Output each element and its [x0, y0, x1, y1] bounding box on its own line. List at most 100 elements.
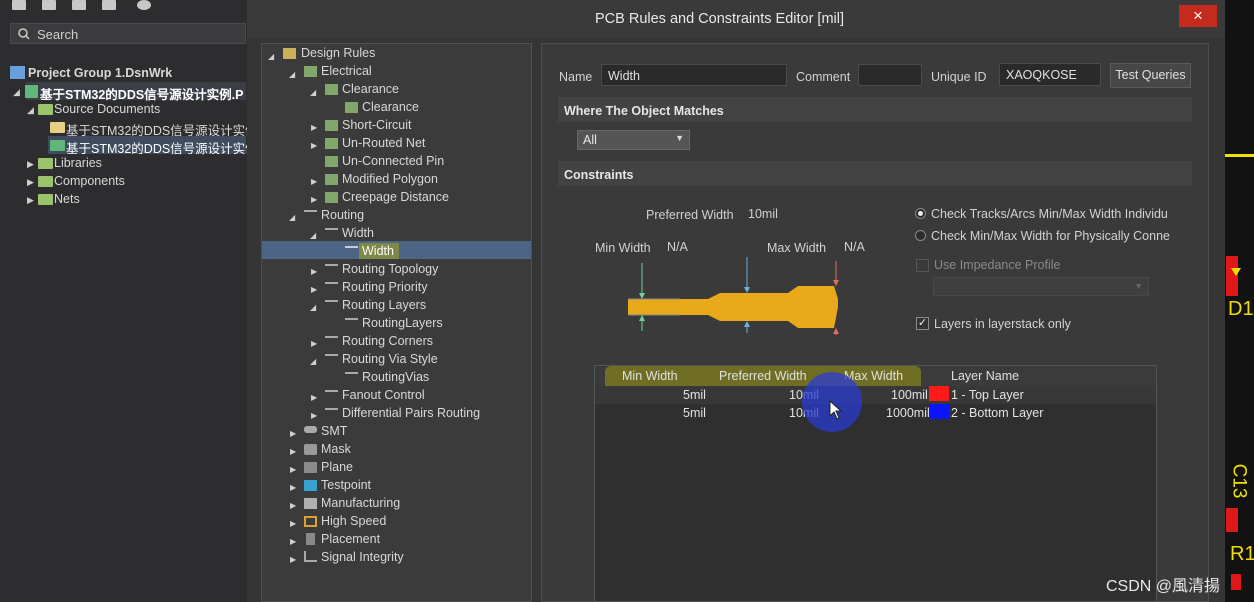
expand-arrow-icon[interactable]: ◢: [310, 303, 316, 312]
project-group-item[interactable]: Project Group 1.DsnWrk: [28, 66, 172, 80]
tree-item-routing-via-style[interactable]: Routing Via Style: [342, 352, 438, 366]
tree-item-placement[interactable]: Placement: [321, 532, 380, 546]
expand-arrow-icon[interactable]: ◢: [310, 88, 316, 97]
tree-item-electrical[interactable]: Electrical: [321, 64, 372, 78]
preferred-width-label: Preferred Width: [646, 208, 734, 222]
collapsed-arrow-icon[interactable]: ▶: [311, 141, 317, 150]
collapsed-arrow-icon[interactable]: ▶: [311, 195, 317, 204]
tree-item-unrouted-net[interactable]: Un-Routed Net: [342, 136, 425, 150]
collapsed-arrow-icon[interactable]: ▶: [27, 195, 34, 206]
expand-arrow-icon[interactable]: ◢: [310, 231, 316, 240]
tree-item-clearance[interactable]: Clearance: [342, 82, 399, 96]
tree-item-high-speed[interactable]: High Speed: [321, 514, 386, 528]
electrical-icon: [304, 66, 317, 77]
expand-arrow-icon[interactable]: ◢: [268, 52, 274, 61]
collapsed-arrow-icon[interactable]: ▶: [290, 519, 296, 528]
tree-item-routing-corners[interactable]: Routing Corners: [342, 334, 433, 348]
row2-max-width[interactable]: 1000mil: [886, 406, 930, 420]
gear-icon[interactable]: [137, 0, 151, 10]
min-width-value[interactable]: N/A: [667, 240, 688, 254]
tree-item-mask[interactable]: Mask: [321, 442, 351, 456]
collapsed-arrow-icon[interactable]: ▶: [311, 393, 317, 402]
collapsed-arrow-icon[interactable]: ▶: [290, 501, 296, 510]
check-physically-connected-radio[interactable]: [915, 230, 926, 241]
collapsed-arrow-icon[interactable]: ▶: [311, 411, 317, 420]
collapsed-arrow-icon[interactable]: ▶: [290, 537, 296, 546]
comment-field[interactable]: [858, 64, 922, 86]
collapsed-arrow-icon[interactable]: ▶: [311, 267, 317, 276]
tree-item-plane[interactable]: Plane: [321, 460, 353, 474]
tree-item-routing-layers[interactable]: Routing Layers: [342, 298, 426, 312]
tree-item-width-rule[interactable]: Width: [362, 244, 394, 258]
tree-item-routing-topology[interactable]: Routing Topology: [342, 262, 438, 276]
modified-polygon-icon: [325, 174, 338, 185]
collapsed-arrow-icon[interactable]: ▶: [311, 339, 317, 348]
expand-arrow-icon[interactable]: ◢: [310, 357, 316, 366]
col-layer-name[interactable]: Layer Name: [951, 369, 1019, 383]
collapsed-arrow-icon[interactable]: ▶: [290, 429, 296, 438]
tree-item-routing[interactable]: Routing: [321, 208, 364, 222]
tree-item-routing-priority[interactable]: Routing Priority: [342, 280, 427, 294]
use-impedance-label: Use Impedance Profile: [934, 258, 1061, 272]
collapsed-arrow-icon[interactable]: ▶: [290, 465, 296, 474]
test-queries-button[interactable]: Test Queries: [1110, 63, 1191, 88]
expand-arrow-icon[interactable]: ◢: [13, 87, 20, 98]
save-all-icon[interactable]: [42, 0, 56, 10]
use-impedance-checkbox[interactable]: [916, 259, 929, 272]
pcb-canvas-edge[interactable]: D1 C13 R1: [1225, 0, 1254, 602]
tree-item-routinglayers-rule[interactable]: RoutingLayers: [362, 316, 443, 330]
row1-min-width[interactable]: 5mil: [683, 388, 706, 402]
collapsed-arrow-icon[interactable]: ▶: [290, 447, 296, 456]
tree-item-short-circuit[interactable]: Short-Circuit: [342, 118, 411, 132]
open-project-icon[interactable]: [72, 0, 86, 10]
expand-arrow-icon[interactable]: ◢: [289, 213, 295, 222]
collapsed-arrow-icon[interactable]: ▶: [290, 483, 296, 492]
tree-item-manufacturing[interactable]: Manufacturing: [321, 496, 400, 510]
collapsed-arrow-icon[interactable]: ▶: [311, 123, 317, 132]
collapsed-arrow-icon[interactable]: ▶: [290, 555, 296, 564]
project-options-icon[interactable]: [102, 0, 116, 10]
search-input[interactable]: Search: [10, 23, 246, 44]
tree-item-smt[interactable]: SMT: [321, 424, 347, 438]
unique-id-field[interactable]: XAOQKOSE: [999, 63, 1101, 86]
tree-item-clearance-rule[interactable]: Clearance: [362, 100, 419, 114]
nets-item[interactable]: Nets: [54, 192, 80, 206]
check-individual-radio[interactable]: [915, 208, 926, 219]
tree-item-fanout-control[interactable]: Fanout Control: [342, 388, 425, 402]
tree-item-unconnected-pin[interactable]: Un-Connected Pin: [342, 154, 444, 168]
collapsed-arrow-icon[interactable]: ▶: [311, 177, 317, 186]
match-scope-dropdown[interactable]: All ▼: [577, 130, 690, 150]
expand-arrow-icon[interactable]: ◢: [289, 70, 295, 79]
pcb-doc-item[interactable]: 基于STM32的DDS信号源设计实例: [66, 138, 258, 157]
col-preferred-width[interactable]: Preferred Width: [719, 369, 807, 383]
libraries-item[interactable]: Libraries: [54, 156, 102, 170]
collapsed-arrow-icon[interactable]: ▶: [27, 159, 34, 170]
tree-item-design-rules[interactable]: Design Rules: [301, 46, 375, 60]
row1-max-width[interactable]: 100mil: [891, 388, 928, 402]
tree-item-testpoint[interactable]: Testpoint: [321, 478, 371, 492]
row2-min-width[interactable]: 5mil: [683, 406, 706, 420]
close-button[interactable]: ×: [1179, 5, 1217, 27]
expand-arrow-icon[interactable]: ◢: [27, 105, 34, 116]
tree-item-modified-polygon[interactable]: Modified Polygon: [342, 172, 438, 186]
preferred-width-value[interactable]: 10mil: [748, 207, 778, 221]
tree-item-differential-pairs-routing[interactable]: Differential Pairs Routing: [342, 406, 480, 420]
components-item[interactable]: Components: [54, 174, 125, 188]
tree-item-signal-integrity[interactable]: Signal Integrity: [321, 550, 404, 564]
name-field[interactable]: Width: [601, 64, 787, 86]
col-min-width[interactable]: Min Width: [622, 369, 678, 383]
tree-item-width[interactable]: Width: [342, 226, 374, 240]
tree-item-routingvias-rule[interactable]: RoutingVias: [362, 370, 429, 384]
pcb-project-item[interactable]: 基于STM32的DDS信号源设计实例.P: [40, 84, 244, 103]
folder-icon: [38, 194, 53, 205]
dialog-titlebar[interactable]: PCB Rules and Constraints Editor [mil]: [247, 0, 1225, 38]
save-icon[interactable]: [12, 0, 26, 10]
impedance-profile-dropdown[interactable]: ▼: [933, 277, 1149, 296]
collapsed-arrow-icon[interactable]: ▶: [311, 285, 317, 294]
source-documents-item[interactable]: Source Documents: [54, 102, 160, 116]
collapsed-arrow-icon[interactable]: ▶: [27, 177, 34, 188]
tree-item-creepage-distance[interactable]: Creepage Distance: [342, 190, 449, 204]
pad: [1226, 256, 1238, 296]
layers-in-layerstack-checkbox[interactable]: ✓: [916, 317, 929, 330]
max-width-value[interactable]: N/A: [844, 240, 865, 254]
